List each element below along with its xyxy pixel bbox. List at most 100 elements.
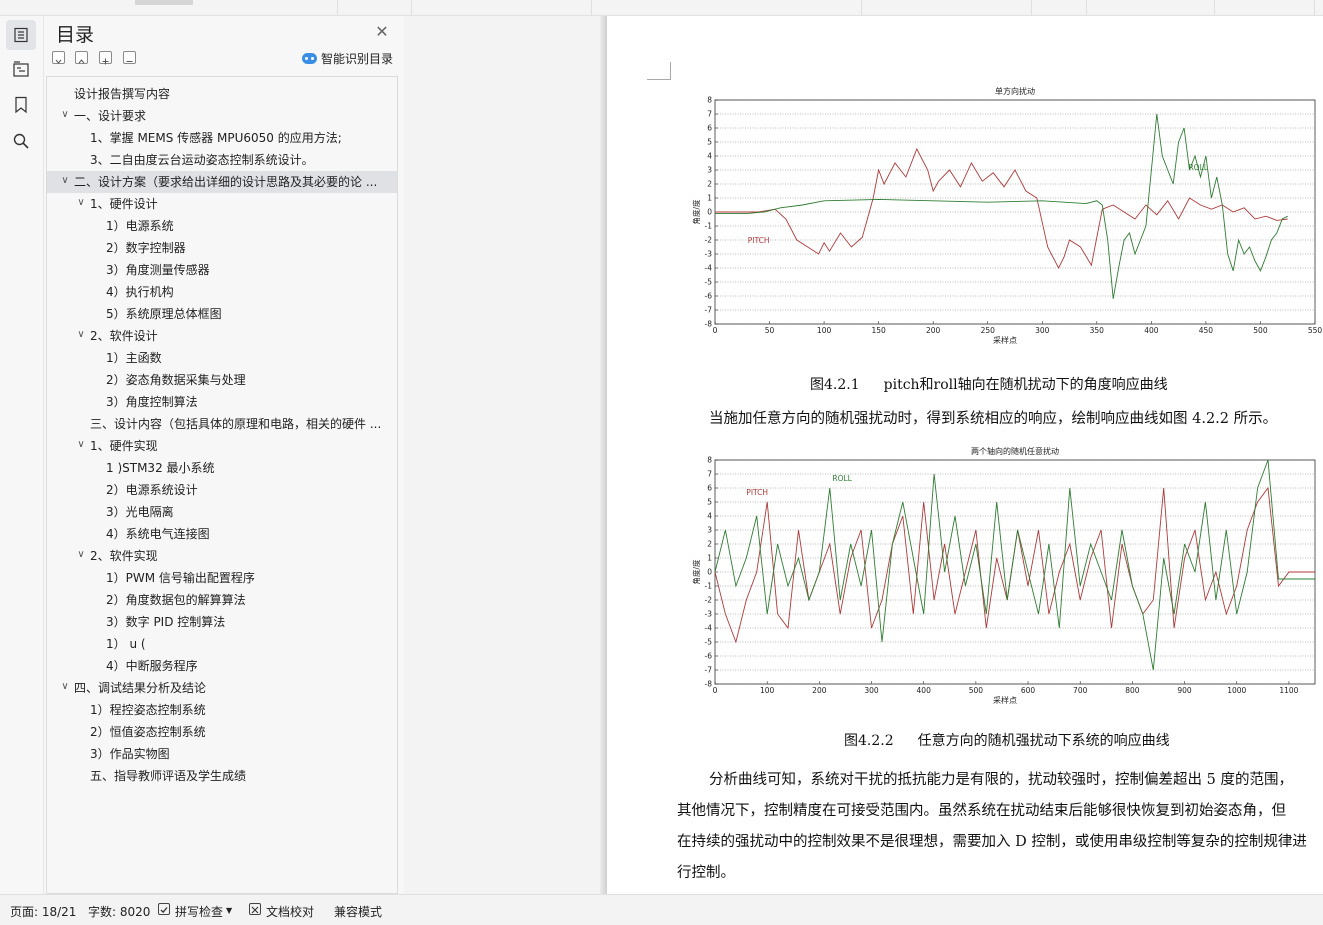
toc-item[interactable]: 2）姿态角数据采集与处理 [47,369,397,391]
chevron-down-icon[interactable]: ▼ [226,906,232,915]
collapse-all-button[interactable] [52,51,65,64]
close-icon[interactable]: ✕ [374,24,390,40]
toc-item[interactable]: ∨ 二、设计方案（要求给出详细的设计思路及其必要的论 ... [47,171,397,193]
toc-item[interactable]: 4）中断服务程序 [47,655,397,677]
y-tick-label: 7 [707,110,712,119]
y-tick-label: -6 [705,292,713,301]
toc-item-label: 2）数字控制器 [106,241,186,255]
toc-item[interactable]: ∨ 2、软件设计 [47,325,397,347]
y-tick-label: -1 [705,582,713,591]
y-tick-label: 5 [707,138,712,147]
spell-check-button[interactable]: 拼写检查 [175,903,223,920]
toc-item[interactable]: 1） u ( [47,633,397,655]
toc-item-label: 1）电源系统 [106,219,174,233]
toc-item[interactable]: 3）角度测量传感器 [47,259,397,281]
toc-item[interactable]: 设计报告撰写内容 [47,83,397,105]
toc-title: 目录 [56,24,95,46]
toc-item[interactable]: 五、指导教师评语及学生成绩 [47,765,397,787]
paragraph-2-line-1: 分析曲线可知，系统对干扰的抵抗能力是有限的，扰动较强时，控制偏差超出 5 度的范… [709,772,1293,788]
sidebar-rail [0,16,44,894]
proofread-button[interactable]: 文档校对 [266,903,314,920]
x-tick-label: 150 [871,326,886,335]
y-tick-label: 4 [707,512,712,521]
paragraph-1: 当施加任意方向的随机强扰动时，得到系统相应的响应，绘制响应曲线如图 4.2.2 … [709,411,1278,427]
y-tick-label: 0 [707,208,712,217]
minus-icon [126,61,133,62]
search-rail-button[interactable] [6,126,36,156]
toc-item-label: 2）角度数据包的解算算法 [106,593,246,607]
x-tick-label: 0 [713,686,718,695]
word-count[interactable]: 字数: 8020 [88,903,150,920]
chevron-down-icon[interactable]: ∨ [75,549,87,561]
figure-title: pitch和roll轴向在随机扰动下的角度响应曲线 [883,377,1168,393]
bookmark-rail-button[interactable] [6,90,36,120]
figure-caption-1: 图4.2.1 pitch和roll轴向在随机扰动下的角度响应曲线 [810,374,1168,394]
expand-up-button[interactable] [75,51,88,64]
y-tick-label: 1 [707,554,712,563]
figure-number: 图4.2.1 [810,377,860,393]
x-tick-label: 100 [817,326,832,335]
toc-rail-button[interactable] [6,20,36,50]
series-annotation: PITCH [748,236,770,245]
x-tick-label: 400 [917,686,932,695]
toc-item[interactable]: ∨ 2、软件实现 [47,545,397,567]
remove-level-button[interactable] [123,51,136,64]
page-shadow [600,16,607,894]
x-tick-label: 450 [1199,326,1214,335]
toc-item[interactable]: 3）角度控制算法 [47,391,397,413]
toc-item[interactable]: 3）作品实物图 [47,743,397,765]
toc-item[interactable]: 4）执行机构 [47,281,397,303]
x-tick-label: 350 [1090,326,1105,335]
toc-item[interactable]: 2）数字控制器 [47,237,397,259]
series-annotation: PITCH [746,488,768,497]
toc-item[interactable]: 三、设计内容（包括具体的原理和电路，相关的硬件 ... [47,413,397,435]
y-axis-label: 角度/度 [691,199,701,225]
chevron-down-icon[interactable]: ∨ [75,439,87,451]
x-tick-label: 1000 [1227,686,1246,695]
add-level-button[interactable] [99,51,112,65]
toc-item[interactable]: 1）电源系统 [47,215,397,237]
chevron-down-icon[interactable]: ∨ [75,329,87,341]
chevron-down-icon[interactable]: ∨ [59,109,71,121]
toc-item-label: 1 )STM32 最小系统 [106,461,215,475]
toc-item[interactable]: ∨ 1、硬件实现 [47,435,397,457]
toc-item[interactable]: 3）光电隔离 [47,501,397,523]
figure-number: 图4.2.2 [844,733,894,749]
toc-item-label: 2、软件设计 [90,329,158,343]
toc-item[interactable]: ∨ 四、调试结果分析及结论 [47,677,397,699]
toc-item[interactable]: 2）恒值姿态控制系统 [47,721,397,743]
y-tick-label: 1 [707,194,712,203]
toc-item[interactable]: 1、掌握 MEMS 传感器 MPU6050 的应用方法; [47,127,397,149]
toc-item[interactable]: 3、二自由度云台运动姿态控制系统设计。 [47,149,397,171]
toc-item[interactable]: ∨ 1、硬件设计 [47,193,397,215]
navigation-rail-button[interactable] [6,54,36,84]
toc-item[interactable]: ∨ 一、设计要求 [47,105,397,127]
toc-item-label: 1、硬件实现 [90,439,158,453]
x-axis-label: 采样点 [993,695,1017,705]
toc-item[interactable]: 4）系统电气连接图 [47,523,397,545]
toc-item[interactable]: 1）PWM 信号输出配置程序 [47,567,397,589]
chart-random-disturbance: 两个轴向的随机任意扰动876543210-1-2-3-4-5-6-7-80 100… [691,446,1316,705]
x-tick-label: 500 [1253,326,1268,335]
figure-caption-2: 图4.2.2 任意方向的随机强扰动下系统的响应曲线 [844,730,1170,750]
page-count[interactable]: 页面: 18/21 [10,903,76,920]
toc-item-label: 3）作品实物图 [90,747,170,761]
smart-toc-button[interactable]: 智能识别目录 [302,50,393,66]
toc-item[interactable]: 1）程控姿态控制系统 [47,699,397,721]
y-tick-label: -6 [705,652,713,661]
toolbar-segment [1215,0,1315,15]
chevron-down-icon[interactable]: ∨ [59,175,71,187]
x-tick-label: 800 [1125,686,1140,695]
toc-item[interactable]: 5）系统原理总体框图 [47,303,397,325]
smart-toc-label: 智能识别目录 [321,51,394,66]
toc-item[interactable]: 1 )STM32 最小系统 [47,457,397,479]
toc-item[interactable]: 3）数字 PID 控制算法 [47,611,397,633]
y-tick-label: -1 [705,222,713,231]
toc-item[interactable]: 1）主函数 [47,347,397,369]
toc-item[interactable]: 2）电源系统设计 [47,479,397,501]
chevron-down-icon[interactable]: ∨ [59,681,71,693]
chevron-down-icon[interactable]: ∨ [75,197,87,209]
document-page[interactable]: 单方向扰动 8 7 6 5 4 3 2 1 0 -1 -2 -3 -4 -5 -6 -7 -8 0 50 100 150 2… [607,16,1323,894]
x-tick-label: 500 [969,686,984,695]
toc-item[interactable]: 2）角度数据包的解算算法 [47,589,397,611]
